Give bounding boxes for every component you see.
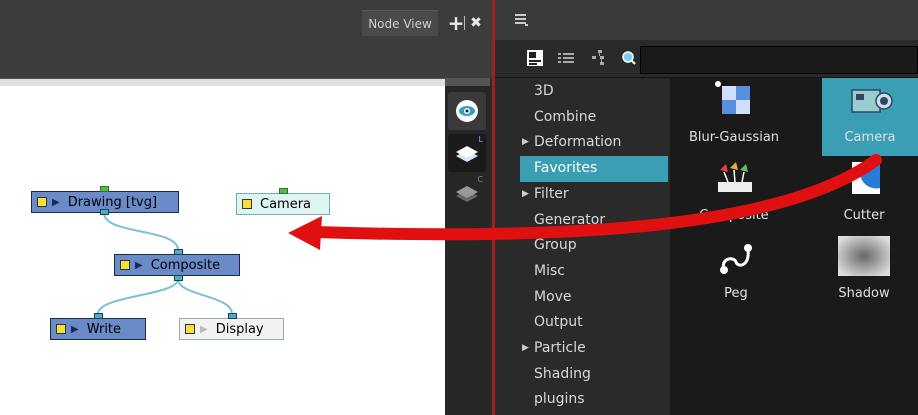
drag-arrow: [288, 154, 882, 250]
